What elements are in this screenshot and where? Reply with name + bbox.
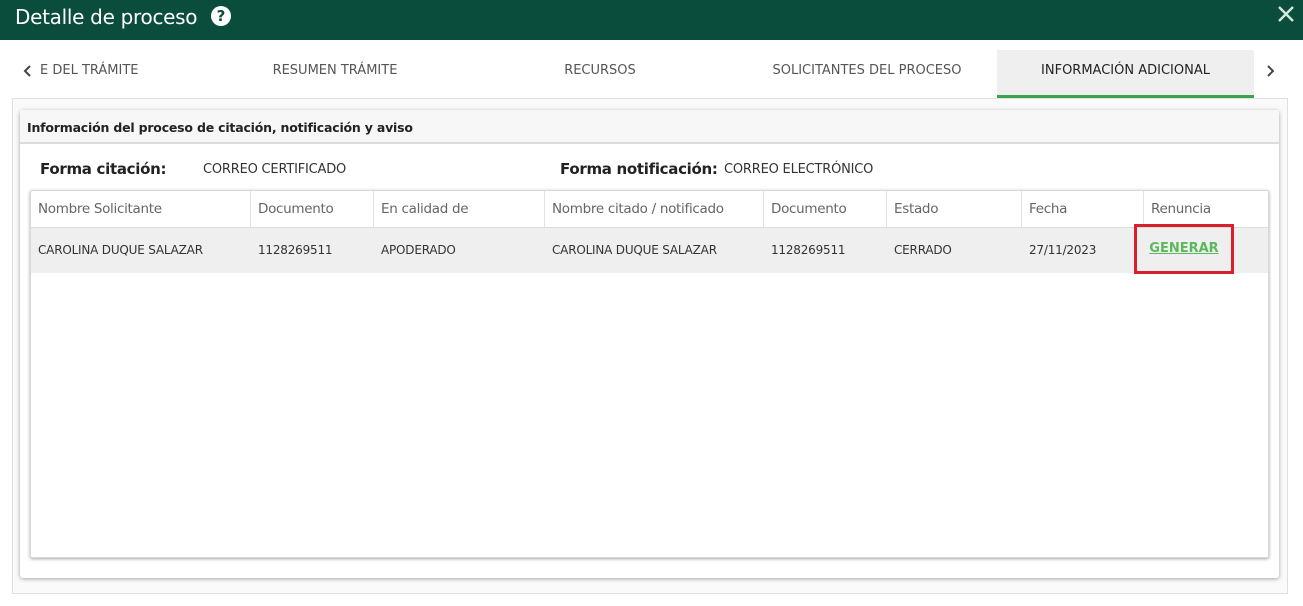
tab-solicitantes[interactable]: SOLICITANTES DEL PROCESO xyxy=(738,50,996,98)
col-header-nombre-citado[interactable]: Nombre citado / notificado xyxy=(545,191,764,227)
tab-informacion-adicional[interactable]: INFORMACIÓN ADICIONAL xyxy=(997,50,1254,98)
generar-renuncia-link[interactable]: GENERAR xyxy=(1134,224,1234,274)
table-row: CAROLINA DUQUE SALAZAR 1128269511 APODER… xyxy=(31,228,1268,273)
col-header-estado[interactable]: Estado xyxy=(887,191,1022,227)
tab-bar: E DEL TRÁMITE RESUMEN TRÁMITE RECURSOS S… xyxy=(0,40,1303,98)
col-header-renuncia[interactable]: Renuncia xyxy=(1144,191,1268,227)
col-header-nombre-solicitante[interactable]: Nombre Solicitante xyxy=(31,191,251,227)
section-title: Información del proceso de citación, not… xyxy=(27,120,413,135)
question-circle-icon[interactable]: ? xyxy=(211,6,231,26)
title-bar: Detalle de proceso ? xyxy=(0,0,1303,40)
col-header-documento-citado[interactable]: Documento xyxy=(764,191,887,227)
cell-en-calidad-de: APODERADO xyxy=(381,243,456,257)
close-icon[interactable] xyxy=(1274,0,1298,30)
chevron-left-icon[interactable] xyxy=(22,64,34,78)
data-table: Nombre Solicitante Documento En calidad … xyxy=(30,190,1269,558)
forma-notificacion-value: CORREO ELECTRÓNICO xyxy=(724,162,874,177)
cell-nombre-solicitante: CAROLINA DUQUE SALAZAR xyxy=(38,243,203,257)
forma-citacion-value: CORREO CERTIFICADO xyxy=(203,162,347,177)
forma-citacion-label: Forma citación: xyxy=(40,160,167,178)
tab-resumen-tramite[interactable]: RESUMEN TRÁMITE xyxy=(222,50,448,98)
card-header: Información del proceso de citación, not… xyxy=(20,110,1279,144)
tab-detalle-tramite[interactable]: E DEL TRÁMITE xyxy=(40,50,170,98)
window-title: Detalle de proceso xyxy=(15,5,198,29)
col-header-documento[interactable]: Documento xyxy=(251,191,374,227)
cell-documento-citado: 1128269511 xyxy=(771,243,846,257)
chevron-right-icon[interactable] xyxy=(1264,64,1276,78)
tab-recursos[interactable]: RECURSOS xyxy=(474,50,726,98)
col-header-en-calidad-de[interactable]: En calidad de xyxy=(374,191,545,227)
col-header-fecha[interactable]: Fecha xyxy=(1022,191,1144,227)
cell-documento: 1128269511 xyxy=(258,243,333,257)
forma-notificacion-label: Forma notificación: xyxy=(560,160,718,178)
cell-estado: CERRADO xyxy=(894,243,952,257)
cell-fecha: 27/11/2023 xyxy=(1029,243,1097,257)
cell-nombre-citado: CAROLINA DUQUE SALAZAR xyxy=(552,243,717,257)
